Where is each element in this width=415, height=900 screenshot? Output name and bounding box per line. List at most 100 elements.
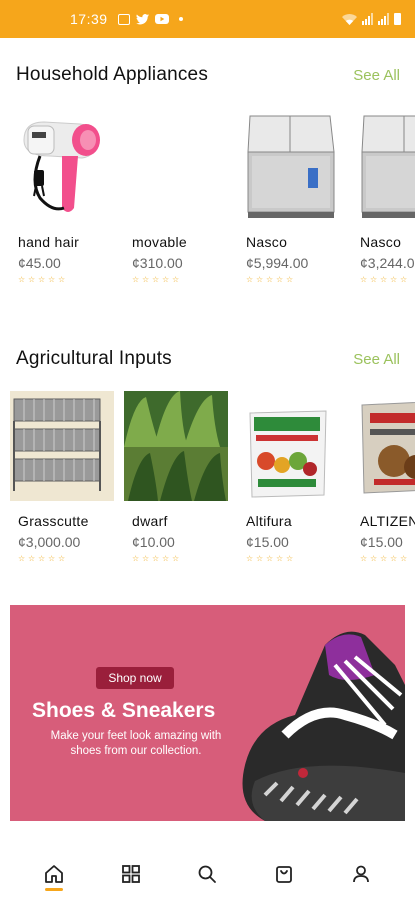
notification-icons (117, 13, 183, 25)
star-icon: ☆ (276, 275, 284, 284)
signal-icon-2 (378, 13, 389, 25)
status-time: 17:39 (70, 11, 108, 27)
product-card[interactable]: Nasco ¢3,244.00 ☆☆☆☆☆ (352, 112, 415, 284)
section-title: Agricultural Inputs (16, 348, 172, 369)
star-icon: ☆ (256, 275, 264, 284)
star-icon: ☆ (172, 275, 180, 284)
star-icon: ☆ (18, 554, 26, 563)
product-name: movable (132, 234, 188, 250)
star-icon: ☆ (28, 275, 36, 284)
youtube-icon (154, 14, 169, 24)
star-icon: ☆ (360, 275, 368, 284)
product-price: ¢15.00 (360, 534, 403, 550)
star-icon: ☆ (48, 554, 56, 563)
search-icon (199, 865, 217, 883)
rating-stars: ☆ ☆ ☆ ☆ ☆ (124, 276, 230, 284)
see-all-link[interactable]: See All (353, 67, 400, 84)
star-icon: ☆ (266, 275, 274, 284)
product-name: hand hair (18, 234, 80, 250)
agricultural-products-row[interactable]: Grasscutte ¢3,000.00 ☆ ☆ ☆ ☆ ☆ dwarf ¢10.00 … (0, 391, 415, 581)
rating-stars: ☆ ☆ ☆ ☆ ☆ (10, 276, 116, 284)
star-icon: ☆ (152, 275, 160, 284)
household-products-row[interactable]: hand hair ¢45.00 ☆ ☆ ☆ ☆ ☆ movable ¢310.00 ☆… (0, 112, 415, 302)
product-name: Nasco (360, 234, 402, 250)
star-icon: ☆ (28, 554, 36, 563)
nav-account[interactable] (346, 864, 376, 894)
rating-stars: ☆ ☆ ☆ ☆ ☆ (124, 555, 230, 563)
star-icon: ☆ (246, 554, 254, 563)
bottom-nav (0, 846, 415, 900)
product-image-chest-freezer (352, 112, 415, 222)
product-card[interactable]: Altifura ¢15.00 ☆ ☆ ☆ ☆ ☆ (238, 391, 344, 563)
shoes-banner[interactable]: Shop now Shoes & Sneakers Make your feet… (10, 605, 405, 821)
product-card[interactable]: hand hair ¢45.00 ☆ ☆ ☆ ☆ ☆ (10, 112, 116, 284)
product-image-palm-seedlings (124, 391, 228, 501)
banner-title: Shoes & Sneakers (32, 699, 216, 722)
status-bar: 17:39 (0, 0, 415, 38)
product-name: Altifura (246, 513, 292, 529)
star-icon: ☆ (162, 275, 170, 284)
product-price: ¢3,244.00 (360, 255, 415, 271)
product-price: ¢15.00 (246, 534, 289, 550)
star-icon: ☆ (18, 275, 26, 284)
user-icon (352, 865, 369, 883)
product-image-seed-packet (352, 391, 415, 501)
star-icon: ☆ (370, 554, 378, 563)
shop-now-button[interactable]: Shop now (96, 667, 174, 689)
product-name: Grasscutte (18, 513, 89, 529)
product-price: ¢45.00 (18, 255, 61, 271)
active-indicator (45, 888, 64, 891)
sneaker-image (242, 631, 405, 821)
product-card[interactable]: Nasco ¢5,994.00 ☆ ☆ ☆ ☆ ☆ (238, 112, 344, 284)
star-icon: ☆ (132, 275, 140, 284)
star-icon: ☆ (400, 275, 408, 284)
star-icon: ☆ (142, 275, 150, 284)
product-image-hair-dryer (10, 112, 114, 222)
household-section-header: Household Appliances See All (16, 64, 400, 86)
more-notifications-icon (178, 17, 183, 21)
rating-stars: ☆ ☆ ☆ ☆ ☆ (352, 276, 415, 284)
banner-subtitle: Make your feet look amazing with shoes f… (50, 730, 222, 757)
star-icon: ☆ (286, 275, 294, 284)
rating-stars: ☆ ☆ ☆ ☆ ☆ (238, 555, 344, 563)
star-icon: ☆ (276, 554, 284, 563)
product-image-placeholder (124, 112, 228, 222)
star-icon: ☆ (38, 554, 46, 563)
star-icon: ☆ (370, 275, 378, 284)
product-card[interactable]: movable ¢310.00 ☆ ☆ ☆ ☆ ☆ (124, 112, 230, 284)
nav-cart[interactable] (269, 864, 299, 894)
star-icon: ☆ (142, 554, 150, 563)
product-price: ¢3,000.00 (18, 534, 81, 550)
star-icon: ☆ (380, 554, 388, 563)
star-icon: ☆ (132, 554, 140, 563)
star-icon: ☆ (246, 275, 254, 284)
product-card[interactable]: dwarf ¢10.00 ☆ ☆ ☆ ☆ ☆ (124, 391, 230, 563)
star-icon: ☆ (48, 275, 56, 284)
section-title: Household Appliances (16, 64, 209, 85)
nav-search[interactable] (192, 864, 222, 894)
battery-icon (394, 13, 401, 25)
star-icon: ☆ (58, 275, 66, 284)
star-icon: ☆ (172, 554, 180, 563)
gallery-icon (117, 13, 130, 25)
product-price: ¢5,994.00 (246, 255, 309, 271)
product-price: ¢310.00 (132, 255, 183, 271)
rating-stars: ☆ ☆ ☆ ☆ ☆ (238, 276, 344, 284)
product-name: ALTIZEN (360, 513, 415, 529)
bag-icon (276, 866, 292, 883)
product-name: Nasco (246, 234, 288, 250)
product-image-fertilizer-bag (238, 391, 342, 501)
see-all-link[interactable]: See All (353, 351, 400, 368)
nav-categories[interactable] (116, 864, 146, 894)
product-price: ¢10.00 (132, 534, 175, 550)
home-icon (45, 865, 64, 883)
product-card[interactable]: Grasscutte ¢3,000.00 ☆ ☆ ☆ ☆ ☆ (10, 391, 116, 563)
star-icon: ☆ (380, 275, 388, 284)
nav-home[interactable] (39, 864, 69, 894)
twitter-icon (135, 13, 149, 24)
system-icons (342, 13, 401, 25)
star-icon: ☆ (286, 554, 294, 563)
product-card[interactable]: ALTIZEN ¢15.00 ☆ ☆ ☆ ☆ ☆ (352, 391, 415, 563)
grid-icon (121, 865, 140, 883)
star-icon: ☆ (400, 554, 408, 563)
